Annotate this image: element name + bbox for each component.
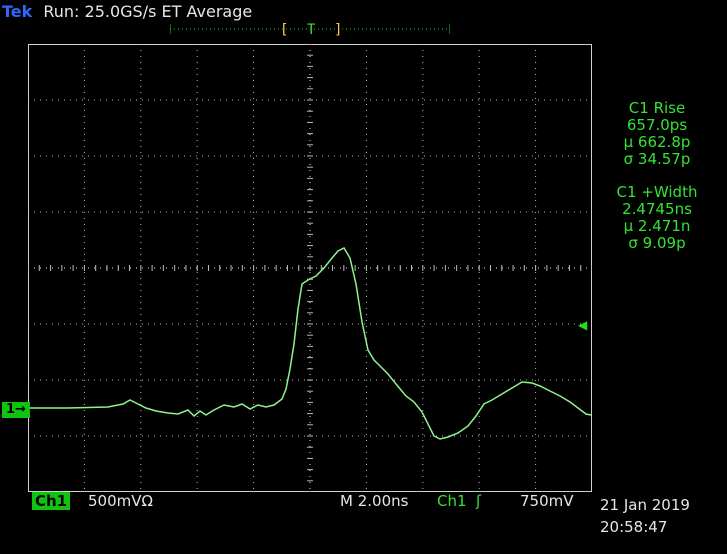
date: 21 Jan 2019 (600, 496, 690, 514)
width-sigma: σ 9.09p (628, 234, 686, 252)
width-mean: µ 2.471n (623, 217, 691, 235)
width-title: C1 +Width (616, 183, 698, 201)
trigger-level-arrow[interactable]: ◀ (578, 318, 587, 332)
time: 20:58:47 (600, 518, 668, 536)
waveform-display[interactable] (28, 44, 592, 492)
trigger-bracket-right: ] (334, 22, 342, 38)
trigger-slope-icon: ʃ (476, 492, 482, 510)
trigger-position-indicator[interactable]: [ T ] (170, 18, 450, 40)
rise-title: C1 Rise (628, 99, 686, 117)
ch1-scale: 500mVΩ (88, 492, 153, 510)
rise-sigma: σ 34.57p (623, 150, 691, 168)
rise-value: 657.0ps (626, 116, 688, 134)
rise-mean: µ 662.8p (623, 133, 691, 151)
trigger-level: 750mV (520, 492, 574, 510)
measurement-panel: C1 Rise 657.0ps µ 662.8p σ 34.57p C1 +Wi… (594, 100, 720, 252)
trigger-t-marker: T (307, 22, 316, 38)
trigger-channel: Ch1 (437, 492, 467, 510)
ch1-label[interactable]: Ch1 (32, 492, 71, 510)
timebase: M 2.00ns (340, 492, 409, 510)
trigger-bracket-left: [ (280, 22, 288, 38)
brand-logo: Tek (2, 2, 33, 21)
ch1-ground-marker[interactable]: 1→ (2, 402, 30, 418)
footer-bar: Ch1 500mVΩ M 2.00ns Ch1 ʃ 750mV 21 Jan 2… (0, 492, 727, 552)
width-value: 2.4745ns (622, 200, 692, 218)
